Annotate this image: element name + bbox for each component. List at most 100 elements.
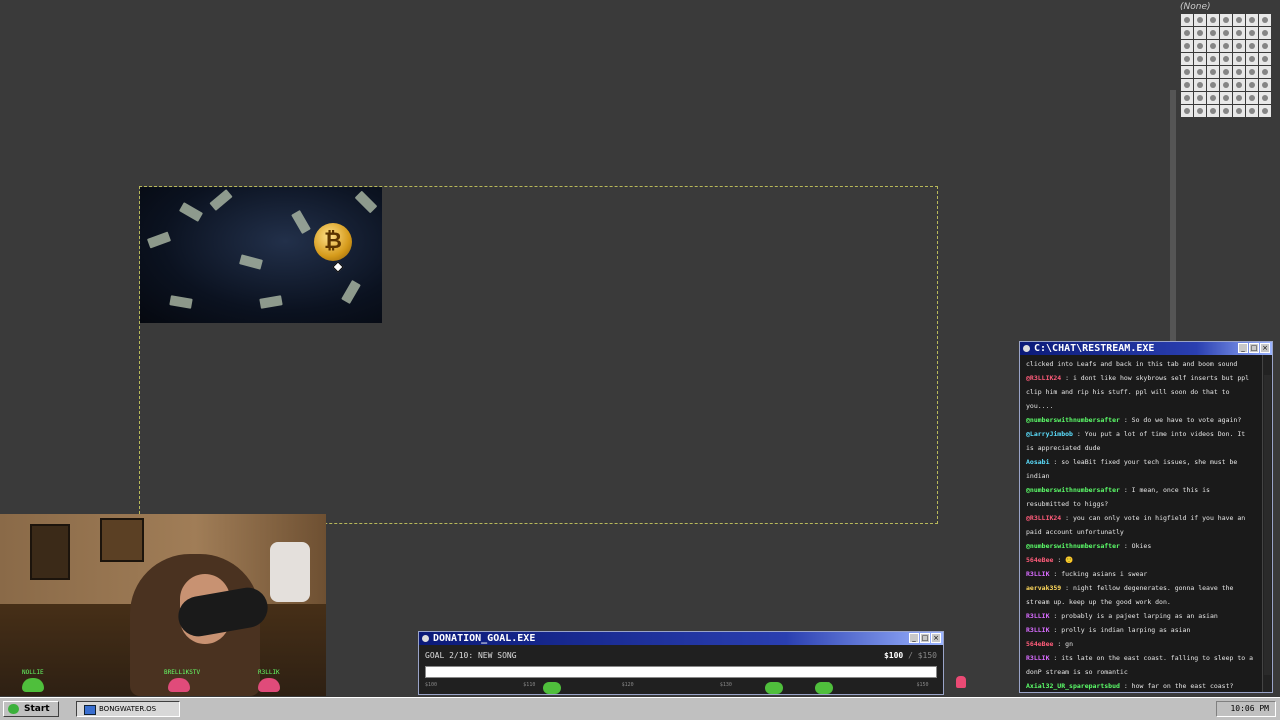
chat-username[interactable]: R3LLIK <box>1026 626 1049 634</box>
chat-username[interactable]: @numberswithnumbersafter <box>1026 542 1120 550</box>
donation-goal-window[interactable]: DONATION_GOAL.EXE _ □ × GOAL 2/10: NEW S… <box>418 631 944 695</box>
minimize-button[interactable]: _ <box>1238 343 1248 353</box>
canvas-scrollbar[interactable] <box>1170 90 1176 350</box>
brush-preset-icon[interactable] <box>1259 53 1271 65</box>
brush-preset-icon[interactable] <box>1181 105 1193 117</box>
brush-preset-icon[interactable] <box>1246 14 1258 26</box>
brush-preset-icon[interactable] <box>1220 53 1232 65</box>
brush-preset-icon[interactable] <box>1259 105 1271 117</box>
brush-preset-icon[interactable] <box>1207 27 1219 39</box>
brush-preset-icon[interactable] <box>1246 53 1258 65</box>
brush-preset-icon[interactable] <box>1220 40 1232 52</box>
start-button[interactable]: Start <box>3 701 59 717</box>
brush-preset-icon[interactable] <box>1259 27 1271 39</box>
bitcoin-coin-icon: ₿ <box>314 223 352 261</box>
brush-preset-icon[interactable] <box>1194 79 1206 91</box>
brush-preset-icon[interactable] <box>1194 53 1206 65</box>
brush-preset-icon[interactable] <box>1194 40 1206 52</box>
brush-preset-icon[interactable] <box>1181 66 1193 78</box>
donation-tick-label: $110 <box>523 682 536 688</box>
brush-preset-icon[interactable] <box>1207 92 1219 104</box>
chat-titlebar[interactable]: C:\CHAT\RESTREAM.EXE _ □ × <box>1020 342 1272 355</box>
brush-preset-icon[interactable] <box>1259 79 1271 91</box>
brush-preset-icon[interactable] <box>1207 14 1219 26</box>
brush-preset-icon[interactable] <box>1233 92 1245 104</box>
chat-text: probably is a pajeet larping as an asian <box>1061 612 1218 620</box>
brush-preset-icon[interactable] <box>1207 66 1219 78</box>
brush-preset-icon[interactable] <box>1207 79 1219 91</box>
close-button[interactable]: × <box>931 633 941 643</box>
brush-preset-icon[interactable] <box>1194 66 1206 78</box>
chat-message: R3LLIK : its late on the east coast. fal… <box>1026 654 1253 676</box>
chat-username[interactable]: Axial32_UR_sparepartsbud <box>1026 682 1120 690</box>
chat-message: @numberswithnumbersafter : I mean, once … <box>1026 486 1210 508</box>
brush-preset-icon[interactable] <box>1233 105 1245 117</box>
brush-preset-icon[interactable] <box>1194 14 1206 26</box>
maximize-button[interactable]: □ <box>920 633 930 643</box>
brush-preset-icon[interactable] <box>1233 79 1245 91</box>
brush-preset-icon[interactable] <box>1181 92 1193 104</box>
chat-username[interactable]: aervak359 <box>1026 584 1061 592</box>
brush-preset-icon[interactable] <box>1246 40 1258 52</box>
start-label: Start <box>24 704 50 714</box>
minimize-button[interactable]: _ <box>909 633 919 643</box>
brush-preset-icon[interactable] <box>1246 79 1258 91</box>
chat-username[interactable]: R3LLIK <box>1026 612 1049 620</box>
brush-preset-icon[interactable] <box>1233 27 1245 39</box>
brush-preset-icon[interactable] <box>1181 53 1193 65</box>
brush-preset-icon[interactable] <box>1194 105 1206 117</box>
brush-preset-icon[interactable] <box>1207 105 1219 117</box>
chat-username[interactable]: R3LLIK <box>1026 570 1049 578</box>
brush-preset-icon[interactable] <box>1259 66 1271 78</box>
brush-palette[interactable]: (None) <box>1178 2 1278 130</box>
brush-preset-icon[interactable] <box>1246 105 1258 117</box>
chat-username[interactable]: @R3LLIK24 <box>1026 514 1061 522</box>
brush-preset-icon[interactable] <box>1259 92 1271 104</box>
brush-preset-icon[interactable] <box>1246 66 1258 78</box>
frog-icon <box>543 682 561 694</box>
donation-progress-bar <box>425 666 937 678</box>
chat-scrollbar[interactable] <box>1262 355 1272 692</box>
brush-preset-icon[interactable] <box>1233 40 1245 52</box>
chat-username[interactable]: Aosabi <box>1026 458 1049 466</box>
brush-preset-icon[interactable] <box>1181 27 1193 39</box>
brush-preset-icon[interactable] <box>1181 40 1193 52</box>
donation-current: $100 <box>883 651 904 660</box>
brush-preset-icon[interactable] <box>1220 92 1232 104</box>
donation-titlebar[interactable]: DONATION_GOAL.EXE _ □ × <box>419 632 943 645</box>
brush-preset-icon[interactable] <box>1259 14 1271 26</box>
brush-preset-icon[interactable] <box>1220 14 1232 26</box>
chat-username[interactable]: @R3LLIK24 <box>1026 374 1061 382</box>
brush-preset-icon[interactable] <box>1246 27 1258 39</box>
chat-scroll-thumb[interactable] <box>1264 375 1271 675</box>
brush-preset-icon[interactable] <box>1220 66 1232 78</box>
chat-username[interactable]: @numberswithnumbersafter <box>1026 486 1120 494</box>
bitcoin-money-image[interactable]: ₿ <box>140 187 382 323</box>
brush-preset-icon[interactable] <box>1207 53 1219 65</box>
chat-username[interactable]: 564eBee <box>1026 556 1053 564</box>
brush-preset-icon[interactable] <box>1181 79 1193 91</box>
brush-preset-icon[interactable] <box>1233 66 1245 78</box>
chat-window[interactable]: C:\CHAT\RESTREAM.EXE _ □ × clicked into … <box>1019 341 1273 693</box>
taskbar-item-bongwater[interactable]: BONGWATER.OS <box>76 701 180 717</box>
brush-preset-icon[interactable] <box>1181 14 1193 26</box>
brush-preset-icon[interactable] <box>1233 14 1245 26</box>
brush-preset-icon[interactable] <box>1220 27 1232 39</box>
brush-preset-icon[interactable] <box>1194 92 1206 104</box>
brush-preset-icon[interactable] <box>1233 53 1245 65</box>
chat-username[interactable]: @LarryJimbob <box>1026 430 1073 438</box>
donation-tick-label: $130 <box>719 682 732 688</box>
close-button[interactable]: × <box>1260 343 1270 353</box>
chat-username[interactable]: 564eBee <box>1026 640 1053 648</box>
maximize-button[interactable]: □ <box>1249 343 1259 353</box>
brush-preset-icon[interactable] <box>1207 40 1219 52</box>
brush-preset-icon[interactable] <box>1259 40 1271 52</box>
chat-username[interactable]: R3LLIK <box>1026 654 1049 662</box>
brush-preset-icon[interactable] <box>1246 92 1258 104</box>
brush-preset-icon[interactable] <box>1220 79 1232 91</box>
brush-preset-icon[interactable] <box>1220 105 1232 117</box>
window-icon <box>422 635 429 642</box>
brush-preset-icon[interactable] <box>1194 27 1206 39</box>
chat-username[interactable]: @numberswithnumbersafter <box>1026 416 1120 424</box>
frog-icon <box>765 682 783 694</box>
